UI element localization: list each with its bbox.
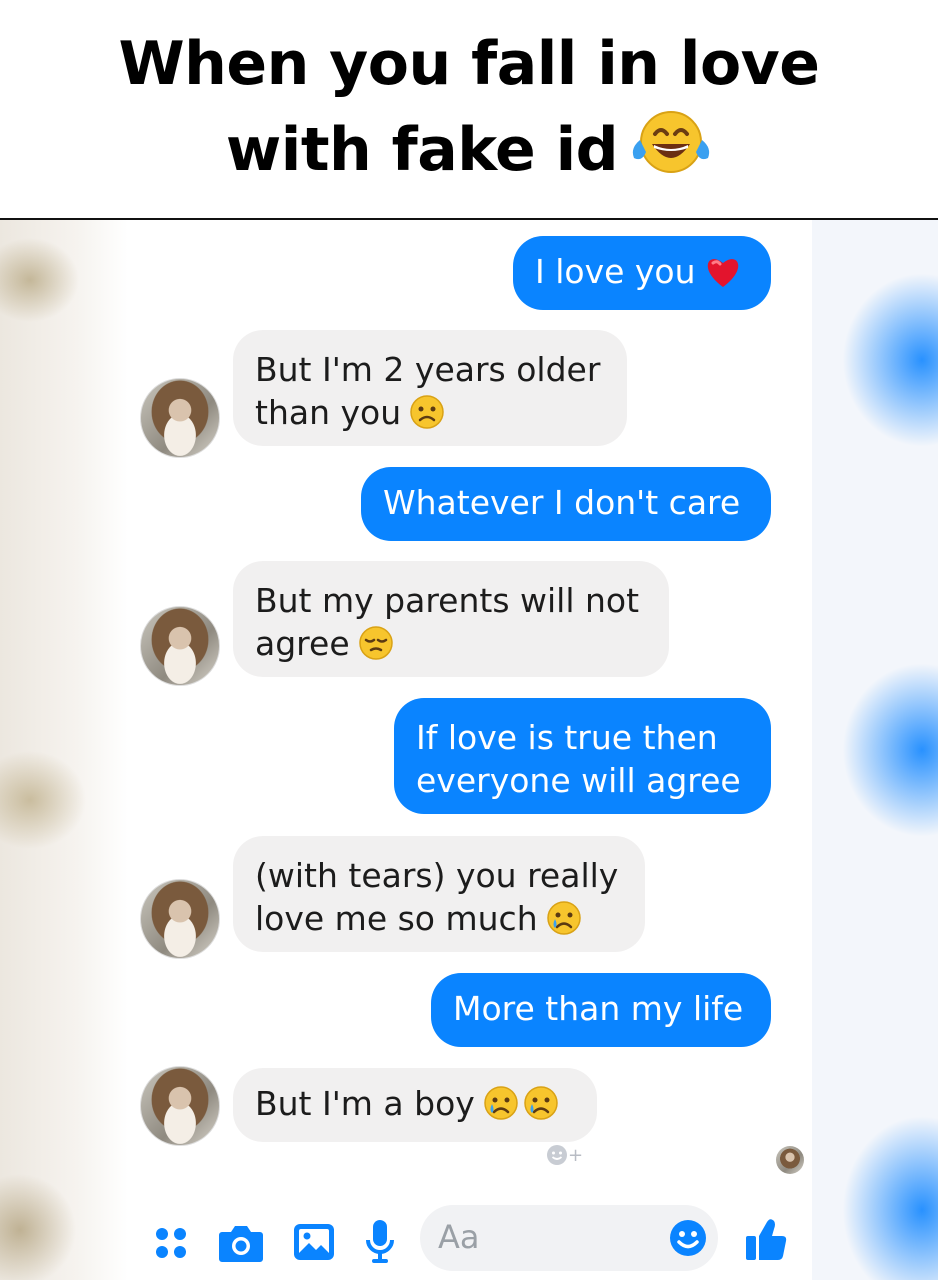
microphone-icon[interactable] (364, 1218, 396, 1270)
emoji-icon[interactable] (668, 1218, 708, 1262)
message-text-line-1: (with tears) you really (255, 856, 619, 895)
message-text-line-1: But my parents will not (255, 581, 640, 620)
message-text-line-2: everyone will agree (416, 761, 741, 800)
blurred-left-margin (0, 220, 128, 1280)
meme-caption-line-2-text: with fake id (225, 115, 619, 185)
message-text: More than my life (453, 989, 744, 1028)
blurred-right-margin (812, 220, 938, 1280)
gallery-icon[interactable] (292, 1222, 336, 1266)
message-text-line-2: love me so much (255, 899, 538, 938)
contact-avatar[interactable] (140, 606, 220, 686)
contact-avatar[interactable] (140, 378, 220, 458)
message-text-line-2: agree (255, 624, 350, 663)
crying-face-icon (523, 1085, 559, 1131)
thumbs-up-icon[interactable] (744, 1216, 788, 1268)
message-bubble-outgoing[interactable]: Whatever I don't care (361, 467, 771, 541)
meme-caption: When you fall in love with fake id (0, 22, 938, 198)
message-bubble-outgoing[interactable]: I love you (513, 236, 771, 310)
message-bubble-incoming[interactable]: But my parents will not agree (233, 561, 669, 677)
seen-receipt-avatar (776, 1146, 804, 1174)
message-text: I love you (535, 252, 696, 291)
confused-face-icon (409, 394, 445, 440)
message-text-line-1: If love is true then (416, 718, 718, 757)
camera-icon[interactable] (218, 1222, 264, 1268)
message-text-line-1: But I'm 2 years older (255, 350, 601, 389)
menu-dots-icon[interactable] (154, 1226, 188, 1264)
tears-of-joy-icon (630, 106, 712, 198)
message-text: Whatever I don't care (383, 483, 741, 522)
message-input-placeholder: Aa (438, 1218, 480, 1256)
message-bubble-outgoing[interactable]: More than my life (431, 973, 771, 1047)
message-input[interactable]: Aa (420, 1205, 718, 1271)
message-text-line-2: than you (255, 393, 402, 432)
crying-face-icon (483, 1085, 519, 1131)
message-bubble-incoming[interactable]: (with tears) you really love me so much (233, 836, 645, 952)
message-bubble-outgoing[interactable]: If love is true then everyone will agree (394, 698, 771, 814)
smiley-icon (547, 1145, 567, 1165)
add-reaction-plus: + (568, 1145, 584, 1166)
pensive-face-icon (358, 625, 394, 671)
meme-caption-line-2: with fake id (0, 106, 938, 198)
crying-face-icon (546, 900, 582, 946)
contact-avatar[interactable] (140, 879, 220, 959)
meme-page: When you fall in love with fake id I lov… (0, 0, 938, 1280)
contact-avatar[interactable] (140, 1066, 220, 1146)
message-bubble-incoming[interactable]: But I'm a boy (233, 1068, 597, 1142)
add-reaction-button[interactable]: + (546, 1144, 583, 1166)
message-text: But I'm a boy (255, 1084, 475, 1123)
meme-caption-line-1: When you fall in love (118, 29, 820, 99)
chat-thread: I love you But I'm 2 years older than yo… (128, 220, 812, 1280)
red-heart-icon (704, 255, 742, 299)
message-bubble-incoming[interactable]: But I'm 2 years older than you (233, 330, 627, 446)
